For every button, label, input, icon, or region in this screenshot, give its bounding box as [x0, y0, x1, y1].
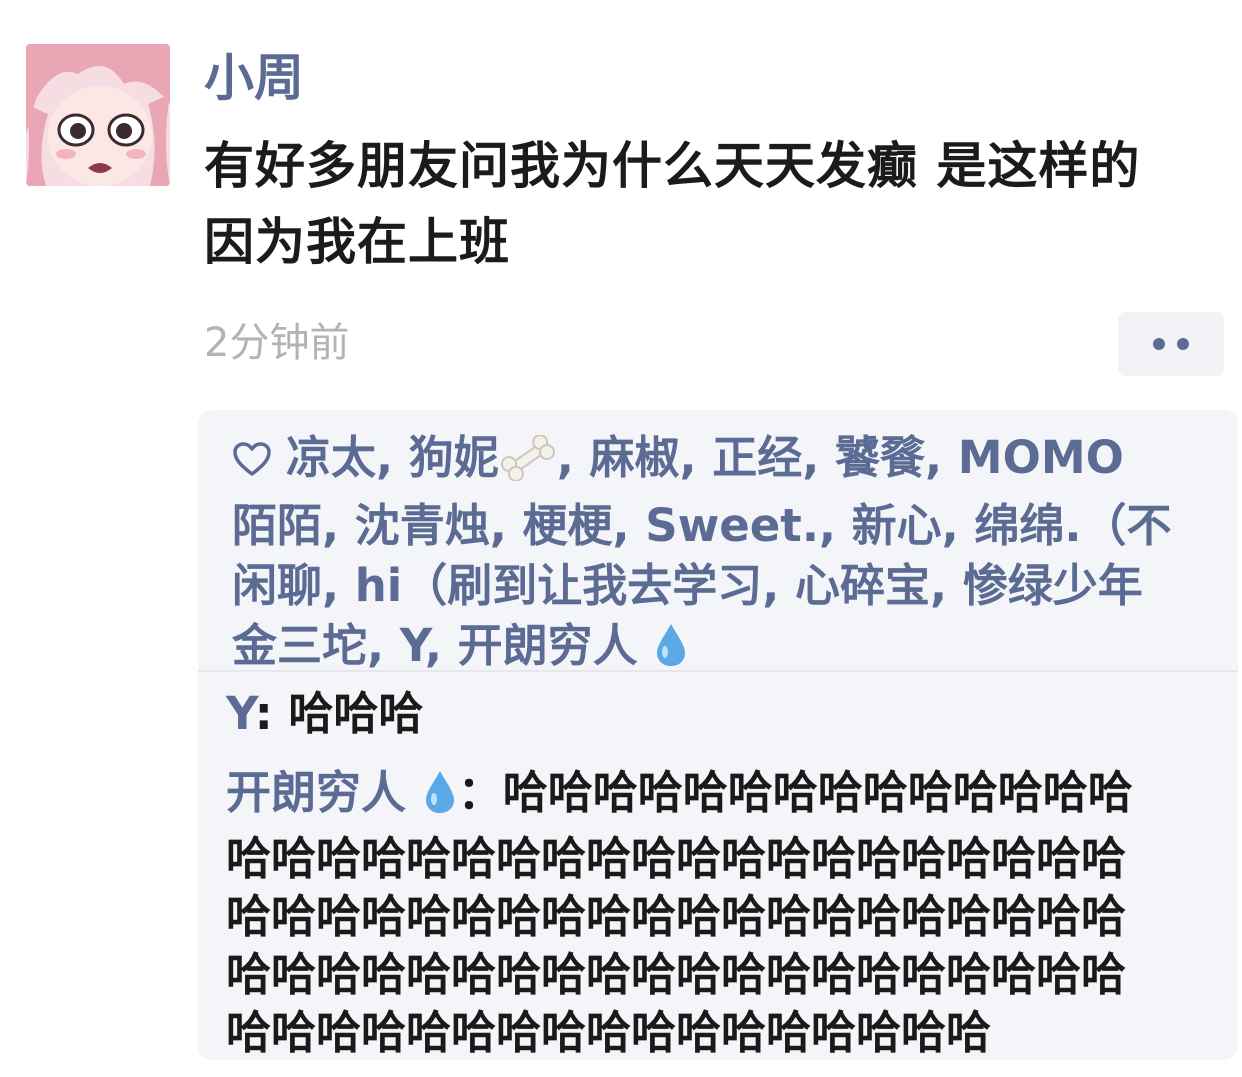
likes-line[interactable]: 陌陌, 沈青烛, 梗梗, Sweet., 新心, 绵绵.（不	[232, 496, 1227, 556]
comment-line: 哈哈哈哈哈哈哈哈哈哈哈哈哈哈哈哈哈哈哈哈	[226, 948, 1127, 1001]
comment-line: 哈哈哈哈哈哈哈哈哈哈哈哈哈哈哈哈哈哈哈哈	[226, 890, 1127, 943]
likes-text[interactable]: 凉太, 狗妮	[286, 431, 499, 484]
author-name[interactable]: 小周	[204, 46, 304, 110]
comment-line: 哈哈哈哈哈哈哈哈哈哈哈哈哈哈哈哈哈	[226, 1006, 992, 1059]
likes-list: 凉太, 狗妮 , 麻椒, 正经, 饕餮, MOMO 陌陌, 沈青烛, 梗梗, S…	[232, 428, 1227, 684]
comment-separator: :	[254, 687, 289, 740]
heart-icon	[232, 432, 272, 492]
likes-line: 金三坨, Y, 开朗穷人	[232, 616, 1227, 684]
comment-separator: ：	[457, 766, 503, 819]
avatar-image	[26, 44, 170, 186]
bone-emoji	[499, 434, 557, 496]
comment-line: 开朗穷人 ：哈哈哈哈哈哈哈哈哈哈哈哈哈哈	[226, 764, 1221, 830]
water-drop-emoji	[422, 768, 458, 830]
more-dots-icon	[1153, 338, 1165, 350]
comment-text: 哈哈哈哈哈哈哈哈哈哈哈哈哈哈	[502, 766, 1133, 819]
likes-line: 凉太, 狗妮 , 麻椒, 正经, 饕餮, MOMO	[232, 428, 1227, 496]
comment-author[interactable]: 开朗穷人	[226, 766, 406, 819]
comment-item[interactable]: Y: 哈哈哈	[226, 684, 423, 744]
avatar[interactable]	[26, 44, 170, 186]
more-dots-icon	[1177, 338, 1189, 350]
comment-item[interactable]: 开朗穷人 ：哈哈哈哈哈哈哈哈哈哈哈哈哈哈 哈哈哈哈哈哈哈哈哈哈哈哈哈哈哈哈哈哈哈…	[226, 764, 1221, 1062]
comment-text: 哈哈哈	[288, 687, 424, 740]
post-text-line: 因为我在上班	[204, 213, 510, 271]
comment-line: 哈哈哈哈哈哈哈哈哈哈哈哈哈哈哈哈哈哈哈哈	[226, 832, 1127, 885]
divider	[198, 670, 1238, 672]
comment-author[interactable]: Y	[226, 687, 255, 740]
post-text-line: 有好多朋友问我为什么天天发癫 是这样的	[204, 137, 1141, 195]
water-drop-emoji	[653, 621, 689, 684]
likes-text[interactable]: , 麻椒, 正经, 饕餮, MOMO	[557, 431, 1124, 484]
post-timestamp: 2分钟前	[204, 320, 350, 366]
likes-line[interactable]: 闲聊, hi（刷到让我去学习, 心碎宝, 惨绿少年	[232, 556, 1227, 616]
post-text: 有好多朋友问我为什么天天发癫 是这样的 因为我在上班	[204, 128, 1234, 280]
likes-text[interactable]: 金三坨, Y, 开朗穷人	[232, 619, 638, 672]
more-button[interactable]	[1118, 312, 1224, 376]
